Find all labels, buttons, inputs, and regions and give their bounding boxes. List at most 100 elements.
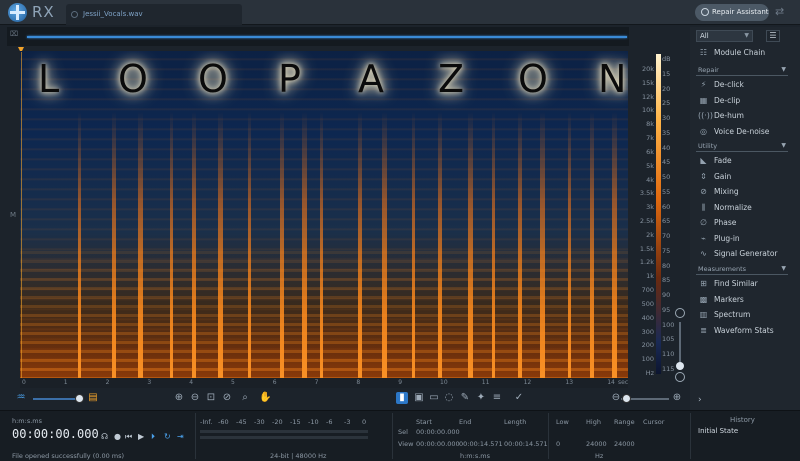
horizontal-zoom-in-icon[interactable]: ⊕: [671, 392, 683, 404]
frequency-ruler[interactable]: 20k 15k 12k 10k 8k 7k 6k 5k 4k 3.5k 3k 2.5k 2k 1.5k 1.…: [630, 51, 656, 378]
spectrogram-view[interactable]: LOOPAZON: [20, 51, 628, 378]
module-label: Voice De-noise: [714, 126, 770, 136]
view-high-field[interactable]: 24000: [586, 440, 607, 448]
repair-assistant-label: Repair Assistant: [712, 8, 769, 16]
zoom-fit-icon[interactable]: ⊘: [221, 392, 233, 404]
repair-assistant-icon: [701, 8, 709, 16]
frequency-tick: 20k: [641, 65, 654, 73]
repair-assistant-button[interactable]: Repair Assistant: [695, 4, 769, 21]
time-selection-icon[interactable]: ▮: [396, 392, 408, 404]
module-de-click[interactable]: ⚡ De-click: [696, 78, 796, 92]
module-find-similar[interactable]: ⊞ Find Similar: [696, 277, 796, 291]
history-title: History: [730, 416, 755, 424]
file-tab[interactable]: Jessii_Vocals.wav: [66, 4, 242, 25]
hand-tool-icon[interactable]: ✋: [259, 392, 271, 404]
frequency-selection-icon[interactable]: ▣: [413, 392, 425, 404]
link-icon[interactable]: ⇄: [775, 5, 791, 19]
expand-panel-icon[interactable]: ›: [698, 395, 702, 405]
zoom-in-icon[interactable]: [675, 308, 685, 318]
module-label: Find Similar: [714, 279, 758, 288]
module-phase[interactable]: ∅ Phase: [696, 216, 796, 230]
vertical-zoom-knob[interactable]: [676, 362, 684, 370]
module-gain[interactable]: ⇕ Gain: [696, 170, 796, 184]
db-tick: 65: [662, 217, 671, 226]
magic-wand-icon[interactable]: ✦: [475, 392, 487, 404]
spectrum-icon: ▥: [699, 310, 708, 319]
time-format-select[interactable]: h:m:s.ms: [12, 417, 42, 425]
spectrogram-band: [218, 111, 223, 378]
spectrogram-band: [170, 111, 173, 378]
channel-label: M: [10, 211, 17, 219]
module-chain-item[interactable]: ☷ Module Chain: [696, 46, 796, 60]
view-range-field[interactable]: 24000: [614, 440, 635, 448]
view-end-field[interactable]: 00:00:14.571: [459, 440, 503, 448]
spectrogram-band: [468, 111, 473, 378]
module-waveform-stats[interactable]: ≣ Waveform Stats: [696, 324, 796, 338]
sidebar-menu-icon[interactable]: ☰: [766, 30, 780, 42]
headphones-icon[interactable]: ☊: [101, 432, 108, 441]
section-header-utility[interactable]: Utility ▼: [696, 140, 788, 152]
brush-icon[interactable]: ✎: [459, 392, 471, 404]
module-plug-in[interactable]: ⌁ Plug-in: [696, 232, 796, 246]
spectrogram-band: [590, 111, 594, 378]
zoom-out-icon[interactable]: [675, 372, 685, 382]
zoom-selection-icon[interactable]: ⊡: [205, 392, 217, 404]
time-ruler[interactable]: 0 1 2 3 4 5 6 7 8 9 10 11 12 13 14 sec: [20, 378, 628, 388]
section-header-label: Measurements: [698, 265, 747, 273]
opacity-slider-knob[interactable]: [75, 394, 84, 403]
overview-collapse-icon[interactable]: ⌧: [10, 30, 18, 38]
meter-tick: -10: [308, 418, 319, 426]
module-markers[interactable]: ▩ Markers: [696, 293, 796, 307]
module-spectrum[interactable]: ▥ Spectrum: [696, 308, 796, 322]
spectrogram-band: [320, 111, 323, 378]
spectrogram-settings-icon[interactable]: ♒: [15, 392, 27, 404]
status-message: File opened successfully (0.00 ms): [12, 452, 125, 460]
watermark-letter: O: [518, 57, 548, 101]
module-mixing[interactable]: ⊘ Mixing: [696, 185, 796, 199]
skip-back-icon[interactable]: ⏮: [125, 432, 132, 442]
vertical-zoom[interactable]: [674, 308, 686, 383]
chevron-down-icon: ▼: [744, 32, 749, 39]
time-frequency-selection-icon[interactable]: ▭: [428, 392, 440, 404]
frequency-tick: 4k: [646, 175, 654, 184]
horizontal-zoom-knob[interactable]: [622, 394, 631, 403]
view-length-field[interactable]: 00:00:14.571: [504, 440, 548, 448]
module-fade[interactable]: ◣ Fade: [696, 154, 796, 168]
module-de-hum[interactable]: ((·)) De-hum: [696, 109, 796, 123]
play-selection-icon[interactable]: ⏵: [151, 432, 155, 442]
module-filter-select[interactable]: All ▼: [696, 30, 753, 42]
frequency-tick: 6k: [646, 147, 654, 156]
spectrogram-mode-icon[interactable]: ▤: [87, 392, 99, 404]
view-low-field[interactable]: 0: [556, 440, 560, 448]
spectrogram-band: [438, 111, 442, 378]
section-header-measurements[interactable]: Measurements ▼: [696, 263, 788, 275]
history-entry[interactable]: Initial State: [698, 427, 738, 435]
watermark-letter: N: [598, 57, 627, 101]
zoom-in-icon[interactable]: ⊕: [173, 392, 185, 404]
module-signal-generator[interactable]: ∿ Signal Generator: [696, 247, 796, 261]
scrub-icon[interactable]: ⇥: [177, 432, 184, 441]
record-icon[interactable]: ●: [114, 432, 121, 441]
close-file-icon[interactable]: [71, 11, 78, 18]
zoom-out-icon[interactable]: ⊖: [189, 392, 201, 404]
view-start-field[interactable]: 00:00:00.000: [416, 440, 460, 448]
harmonic-selection-icon[interactable]: ≡: [491, 392, 503, 404]
module-normalize[interactable]: ⫼ Normalize: [696, 201, 796, 215]
sel-start-field[interactable]: 00:00:00.000: [416, 428, 460, 436]
frequency-tick: 10k: [641, 106, 654, 115]
frequency-tick: 300: [641, 327, 654, 336]
spectrogram-band: [78, 111, 81, 378]
instant-process-icon[interactable]: ✓: [513, 392, 525, 404]
lasso-icon[interactable]: ◌: [443, 392, 455, 404]
loop-icon[interactable]: ↻: [164, 432, 171, 441]
section-header-repair[interactable]: Repair ▼: [696, 64, 788, 76]
rx-logo-icon: [8, 3, 27, 22]
module-de-clip[interactable]: ▦ De-clip: [696, 94, 796, 108]
play-icon[interactable]: ▶: [138, 432, 144, 441]
module-voice-de-noise[interactable]: ◎ Voice De-noise: [696, 125, 796, 139]
spectrogram-band: [382, 111, 387, 378]
zoom-tool-icon[interactable]: ⌕: [239, 392, 251, 404]
waveform-overview[interactable]: ⌧: [7, 27, 629, 46]
harmonic-line: [20, 269, 628, 272]
meter-tick: -45: [236, 418, 247, 426]
